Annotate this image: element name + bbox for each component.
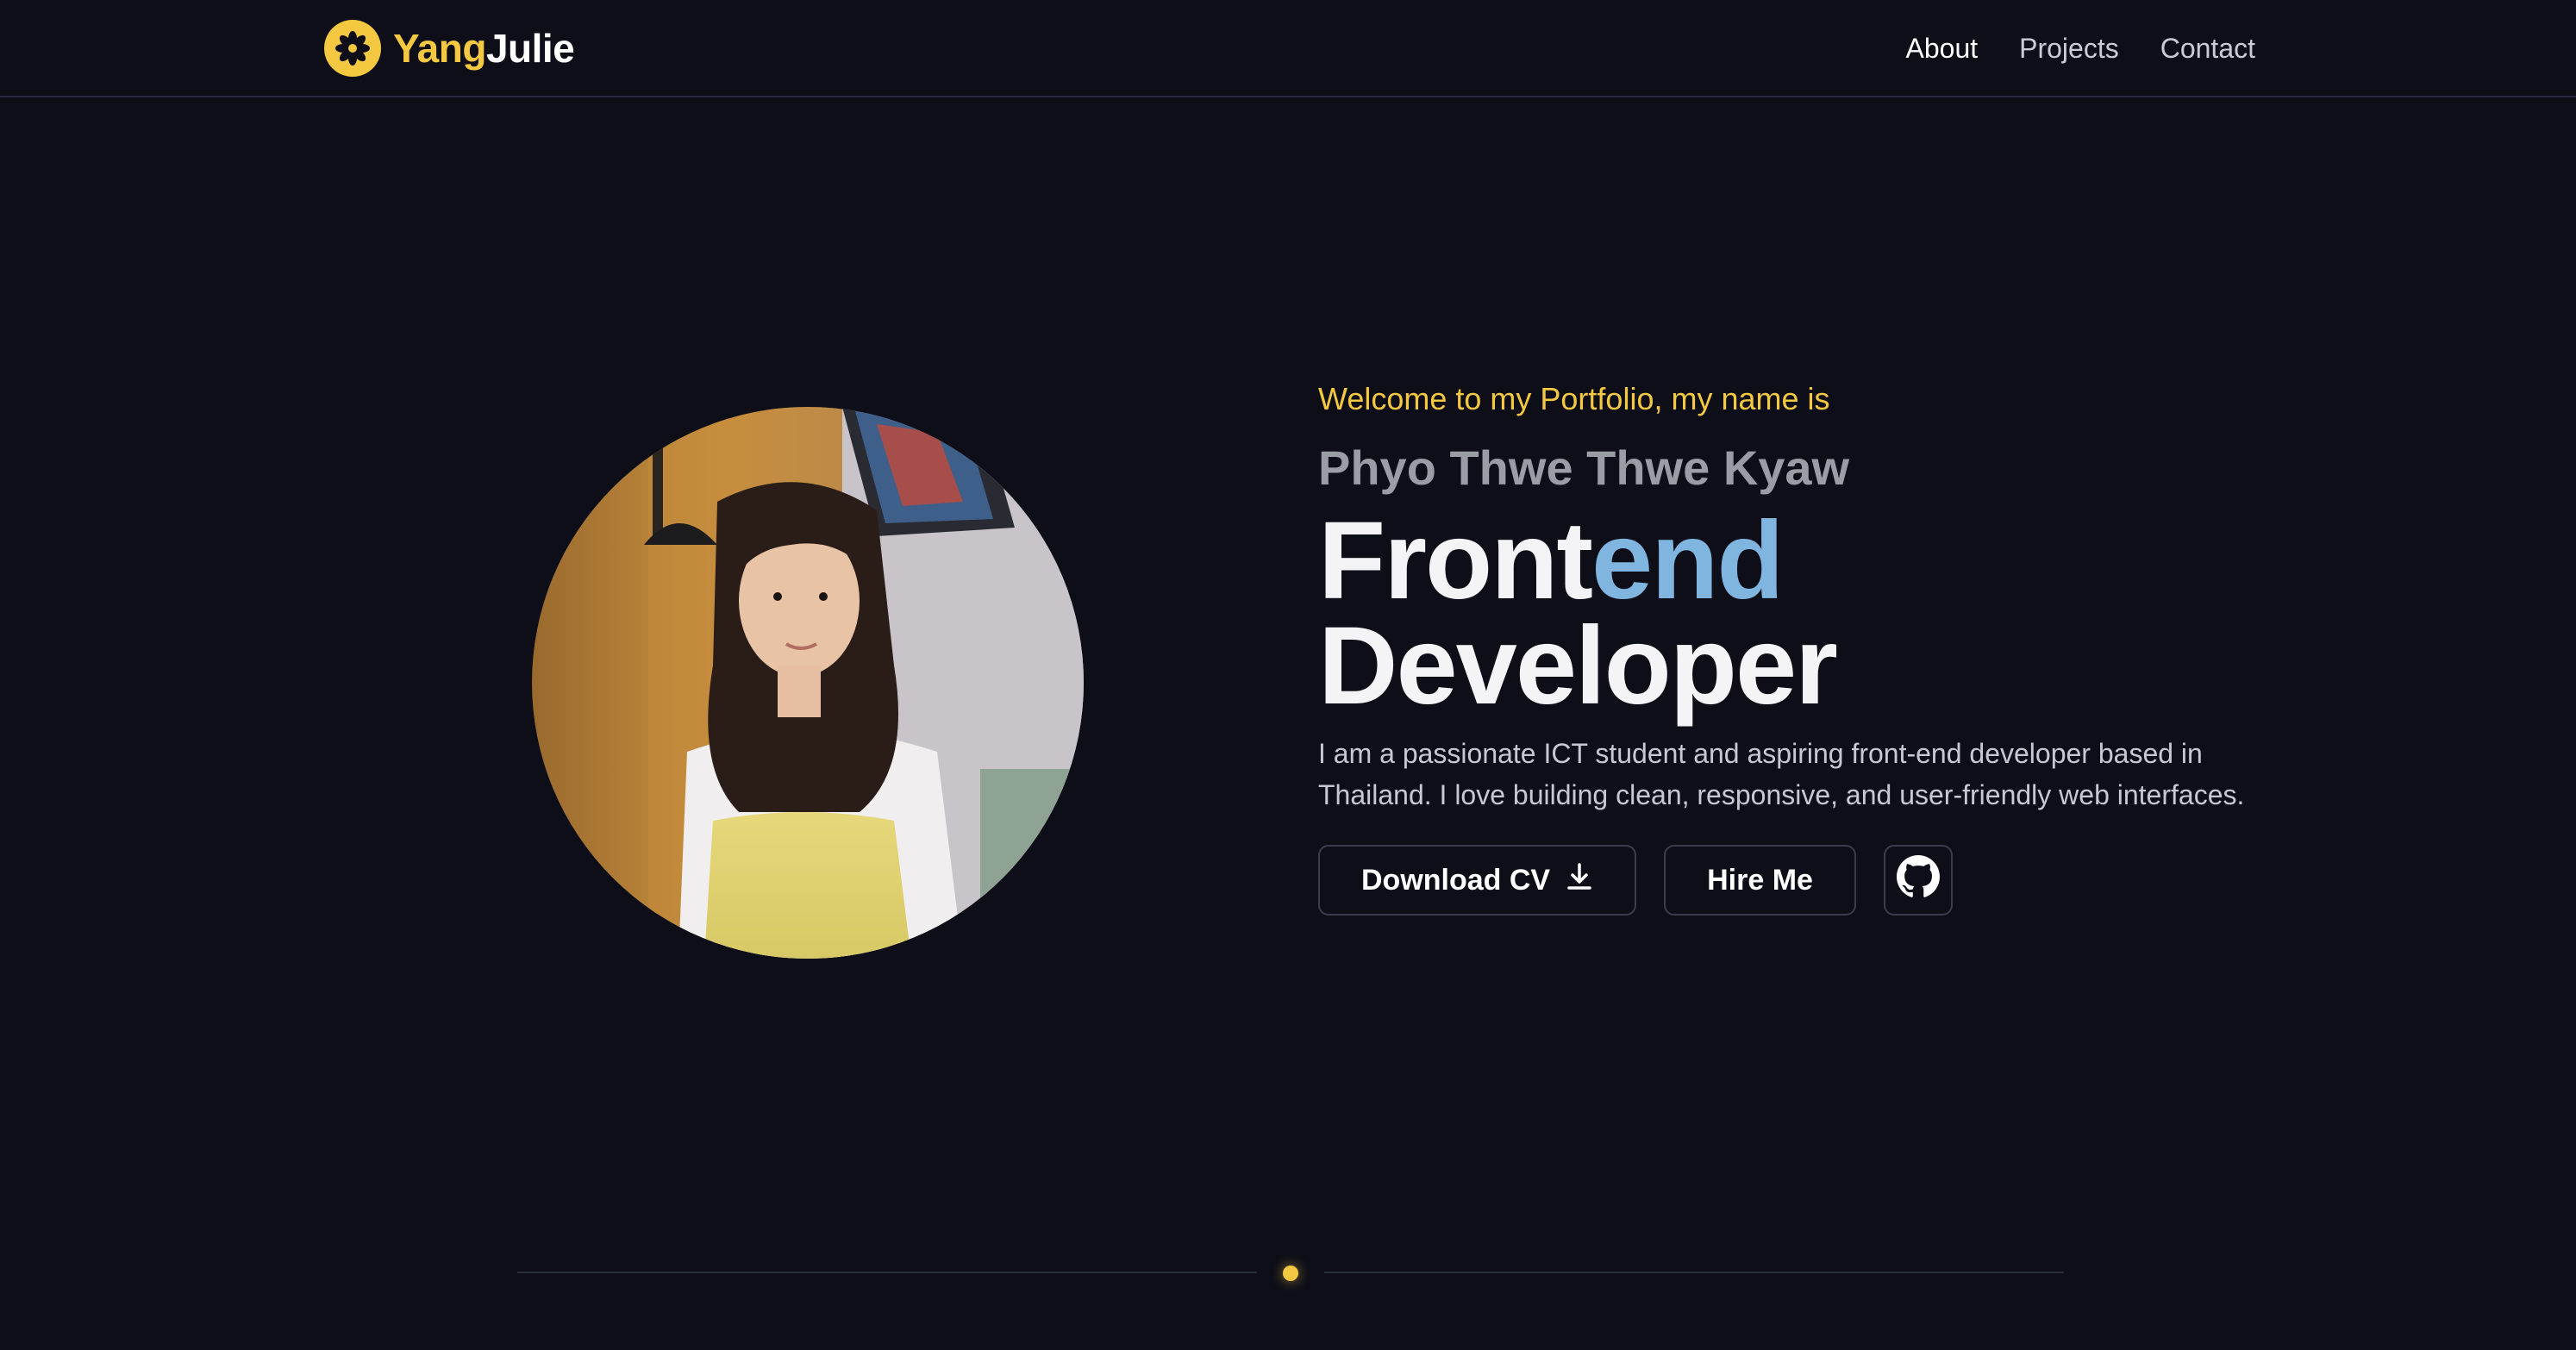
hero-title-developer: Developer	[1318, 604, 1838, 728]
portfolio-page: YangJulie About Projects Contact Welcome…	[0, 0, 2576, 1350]
welcome-text: Welcome to my Portfolio, my name is	[1318, 381, 1830, 416]
hero-section: Welcome to my Portfolio, my name is Phyo…	[1318, 376, 2267, 916]
brand-name-part2: Julie	[485, 26, 575, 71]
nav-link-contact[interactable]: Contact	[2160, 26, 2255, 71]
site-header: YangJulie About Projects Contact	[0, 0, 2576, 97]
section-divider-right	[1324, 1272, 2064, 1273]
hero-description: I am a passionate ICT student and aspiri…	[1318, 738, 2245, 810]
nav-link-projects[interactable]: Projects	[2019, 26, 2119, 71]
download-cv-button[interactable]: Download CV	[1318, 845, 1637, 916]
github-button[interactable]	[1883, 845, 1953, 916]
hire-me-button[interactable]: Hire Me	[1664, 845, 1856, 916]
nav-link-about[interactable]: About	[1906, 26, 1979, 71]
section-divider-left	[517, 1272, 1257, 1273]
download-icon	[1566, 862, 1593, 899]
hero-actions: Download CV Hire Me	[1318, 845, 2267, 916]
download-cv-label: Download CV	[1361, 863, 1551, 897]
brand-name-part1: Yang	[393, 26, 486, 71]
profile-photo	[532, 407, 1084, 959]
hero-title: Frontend Developer	[1318, 506, 2267, 722]
brand-logo[interactable]: YangJulie	[324, 19, 575, 78]
person-name: Phyo Thwe Thwe Kyaw	[1318, 441, 1850, 495]
flower-icon	[324, 20, 381, 77]
section-divider-dot	[1283, 1266, 1298, 1281]
brand-name: YangJulie	[393, 25, 575, 72]
main-nav: About Projects Contact	[1906, 26, 2256, 71]
github-icon	[1896, 854, 1940, 906]
